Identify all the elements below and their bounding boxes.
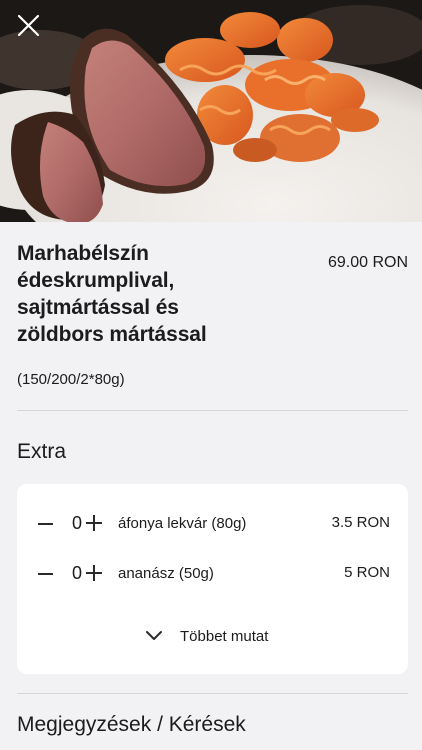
extra-item-price: 5 RON: [344, 564, 390, 581]
extra-card: 0 áfonya lekvár (80g) 3.5 RON 0 ananász …: [17, 484, 408, 674]
decrease-button[interactable]: [33, 513, 59, 537]
extra-item-price: 3.5 RON: [331, 514, 390, 531]
decrease-button[interactable]: [33, 563, 59, 587]
product-title-line: zöldbors mártással: [17, 323, 207, 346]
notes-section-title: Megjegyzések / Kérések: [17, 713, 246, 736]
product-portion: (150/200/2*80g): [17, 371, 125, 388]
extra-item-row: 0 ananász (50g) 5 RON: [17, 559, 408, 589]
close-icon[interactable]: [12, 10, 44, 42]
extra-section-title: Extra: [17, 440, 67, 463]
close-button[interactable]: [12, 10, 44, 42]
extra-item-name: áfonya lekvár (80g): [118, 515, 247, 532]
product-title-line: Marhabélszín: [17, 242, 149, 265]
product-title: Marhabélszín édeskrumplival, sajtmártáss…: [17, 240, 307, 348]
product-title-line: édeskrumplival,: [17, 269, 175, 292]
chevron-down-icon[interactable]: [145, 630, 163, 642]
increase-button[interactable]: [85, 512, 103, 534]
show-more-label[interactable]: Többet mutat: [180, 628, 268, 645]
minus-icon[interactable]: [38, 573, 53, 575]
quantity-value: 0: [71, 563, 82, 583]
divider: [17, 410, 408, 411]
product-title-line: sajtmártással és: [17, 296, 179, 319]
divider: [17, 693, 408, 694]
product-price: 69.00 RON: [327, 254, 408, 271]
minus-icon[interactable]: [38, 523, 53, 525]
extra-item-name: ananász (50g): [118, 565, 214, 582]
increase-button[interactable]: [85, 562, 103, 584]
quantity-value: 0: [71, 513, 82, 533]
extra-item-row: 0 áfonya lekvár (80g) 3.5 RON: [17, 509, 408, 539]
product-image: [0, 0, 422, 222]
steak-photo: [0, 0, 422, 222]
